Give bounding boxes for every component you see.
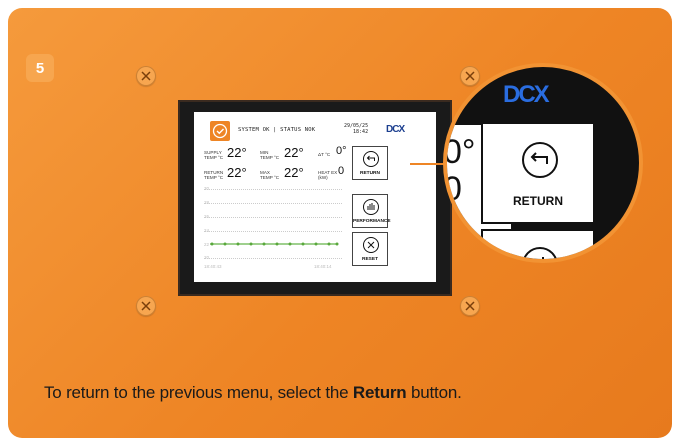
screw-icon	[136, 296, 156, 316]
max-temp-label: MAX TEMP °C	[260, 170, 280, 180]
supply-temp-label: SUPPLY TEMP °C	[204, 150, 224, 160]
max-temp-value: 22°	[284, 165, 304, 180]
screw-icon	[460, 66, 480, 86]
zoom-delta-value: 0°	[443, 133, 476, 171]
screw-icon	[460, 296, 480, 316]
step-number-badge: 5	[26, 54, 54, 82]
return-arrow-icon	[363, 151, 379, 167]
brand-logo: DCX	[386, 124, 405, 135]
zoom-return-button[interactable]: RETURN	[481, 122, 595, 224]
check-status-icon	[210, 121, 230, 141]
grid-line	[204, 231, 342, 232]
zoom-return-label: RETURN	[513, 194, 563, 208]
heat-ex-value: 0	[338, 165, 345, 177]
instruction-caption: To return to the previous menu, select t…	[44, 383, 462, 403]
min-temp-label: MIN TEMP °C	[260, 150, 280, 160]
return-temp-value: 22°	[227, 165, 247, 180]
zoom-brand-logo: DCX	[503, 81, 550, 108]
zoom-performance-button[interactable]	[481, 229, 595, 259]
supply-temp-value: 22°	[227, 145, 247, 160]
datetime: 29/05/25 18:42	[344, 123, 368, 135]
performance-button-label: PERFORMANCE	[353, 219, 391, 224]
grid-line	[204, 258, 342, 259]
caption-text-before: To return to the previous menu, select t…	[44, 383, 353, 402]
heat-ex-label: HEAT EX (kW)	[318, 170, 338, 180]
grid-line	[204, 189, 342, 190]
time: 18:42	[353, 129, 369, 135]
caption-text-after: button.	[406, 383, 462, 402]
screw-icon	[136, 66, 156, 86]
device-screen: SYSTEM OK | STATUS NOK 29/05/25 18:42 DC…	[194, 112, 436, 282]
reset-button[interactable]: RESET	[352, 232, 388, 266]
system-status-text: SYSTEM OK | STATUS NOK	[238, 127, 316, 133]
min-temp-value: 22°	[284, 145, 304, 160]
delta-t-value: 0°	[336, 145, 347, 157]
performance-button[interactable]: PERFORMANCE	[352, 194, 391, 228]
graph-time-end: 18:40:14	[314, 264, 332, 269]
return-button[interactable]: RETURN	[352, 146, 388, 180]
trend-line	[210, 242, 339, 246]
return-arrow-icon	[522, 142, 558, 178]
caption-bold-return: Return	[352, 383, 407, 402]
bar-chart-icon	[523, 247, 557, 259]
bar-chart-icon	[363, 199, 379, 215]
grid-line	[204, 217, 342, 218]
graph-tick: 22	[204, 242, 210, 247]
instruction-card: 5 SYSTEM OK | STATUS NOK 29/05/25 18:42 …	[8, 8, 672, 438]
grid-line	[204, 203, 342, 204]
return-button-label: RETURN	[360, 171, 380, 176]
reset-button-label: RESET	[362, 257, 378, 262]
graph-time-start: 18:40:43	[204, 264, 222, 269]
zoom-callout: DCX 0° 0 RETURN	[443, 63, 643, 263]
x-circle-icon	[363, 237, 379, 253]
return-temp-label: RETURN TEMP °C	[204, 170, 224, 180]
